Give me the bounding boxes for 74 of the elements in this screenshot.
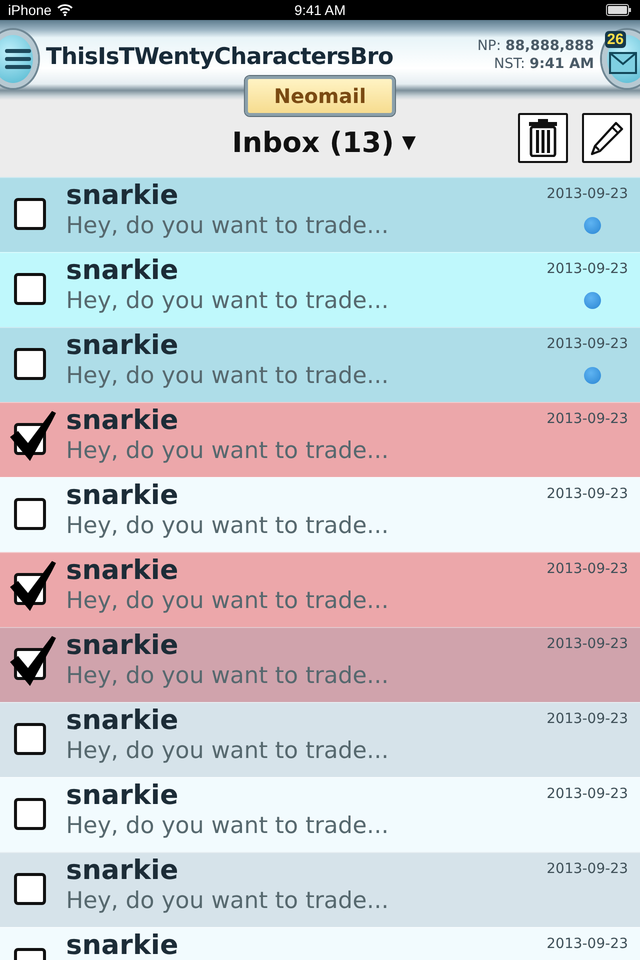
message-date: 2013-09-23 bbox=[546, 411, 628, 427]
battery-icon bbox=[606, 4, 632, 16]
message-row[interactable]: snarkie Hey, do you want to trade... 2013-09-23 bbox=[0, 252, 640, 327]
message-date: 2013-09-23 bbox=[546, 786, 628, 802]
message-row[interactable]: snarkie Hey, do you want to trade... 2013-09-23 bbox=[0, 777, 640, 852]
message-row[interactable]: snarkie Hey, do you want to trade... 2013-09-23 bbox=[0, 702, 640, 777]
sender-name: snarkie bbox=[66, 706, 180, 736]
message-row[interactable]: snarkie Hey, do you want to trade... 2013-09-23 bbox=[0, 477, 640, 552]
section-title: Neomail bbox=[244, 76, 396, 116]
message-row[interactable]: snarkie Hey, do you want to trade... 2013-09-23 bbox=[0, 852, 640, 927]
unread-dot bbox=[584, 367, 601, 384]
message-row[interactable]: snarkie Hey, do you want to trade... 2013-09-23 bbox=[0, 552, 640, 627]
message-preview: Hey, do you want to trade... bbox=[66, 887, 389, 916]
checkbox[interactable] bbox=[14, 198, 46, 230]
checkbox[interactable] bbox=[14, 873, 46, 905]
checkbox[interactable] bbox=[14, 798, 46, 830]
status-time: 9:41 AM bbox=[294, 2, 346, 18]
mail-count: 26 bbox=[605, 31, 626, 48]
message-date: 2013-09-23 bbox=[546, 261, 628, 277]
pencil-icon bbox=[589, 120, 625, 156]
message-date: 2013-09-23 bbox=[546, 636, 628, 652]
checkbox[interactable] bbox=[14, 273, 46, 305]
message-date: 2013-09-23 bbox=[546, 336, 628, 352]
checkmark-icon bbox=[8, 409, 58, 463]
sender-name: snarkie bbox=[66, 631, 180, 661]
message-date: 2013-09-23 bbox=[546, 561, 628, 577]
compose-button[interactable] bbox=[582, 113, 632, 163]
message-row[interactable]: snarkie Hey, do you want to trade... 2013-09-23 bbox=[0, 627, 640, 702]
checkmark-icon bbox=[8, 634, 58, 688]
unread-dot bbox=[584, 292, 601, 309]
message-preview: Hey, do you want to trade... bbox=[66, 287, 389, 316]
sender-name: snarkie bbox=[66, 406, 180, 436]
message-preview: Hey, do you want to trade... bbox=[66, 437, 389, 466]
menu-button[interactable] bbox=[0, 30, 38, 88]
menu-icon bbox=[5, 48, 31, 70]
message-preview: Hey, do you want to trade... bbox=[66, 362, 389, 391]
message-preview: Hey, do you want to trade... bbox=[66, 212, 389, 241]
message-date: 2013-09-23 bbox=[546, 186, 628, 202]
sender-name: snarkie bbox=[66, 181, 180, 211]
message-row[interactable]: snarkie Hey, do you want to trade... 2013-09-23 bbox=[0, 402, 640, 477]
username: ThisIsTWentyCharactersBro bbox=[46, 44, 394, 70]
message-row[interactable]: snarkie Hey, do you want to trade... 2013-09-23 bbox=[0, 327, 640, 402]
message-preview: Hey, do you want to trade... bbox=[66, 662, 389, 691]
wifi-icon bbox=[56, 4, 73, 16]
sender-name: snarkie bbox=[66, 856, 180, 886]
folder-dropdown[interactable]: Inbox (13) ▼ bbox=[232, 126, 416, 159]
message-row[interactable]: snarkie Hey, do you want to trade... 2013-09-23 bbox=[0, 177, 640, 252]
sender-name: snarkie bbox=[66, 481, 180, 511]
mail-button[interactable]: 26 bbox=[602, 30, 640, 88]
nst-time: NST: 9:41 AM bbox=[494, 56, 594, 72]
sender-name: snarkie bbox=[66, 331, 180, 361]
delete-button[interactable] bbox=[518, 113, 568, 163]
message-row[interactable]: snarkie 2013-09-23 bbox=[0, 927, 640, 960]
message-preview: Hey, do you want to trade... bbox=[66, 737, 389, 766]
message-date: 2013-09-23 bbox=[546, 936, 628, 952]
trash-icon bbox=[528, 119, 558, 157]
message-date: 2013-09-23 bbox=[546, 861, 628, 877]
sender-name: snarkie bbox=[66, 556, 180, 586]
sender-name: snarkie bbox=[66, 256, 180, 286]
sender-name: snarkie bbox=[66, 781, 180, 811]
message-preview: Hey, do you want to trade... bbox=[66, 587, 389, 616]
message-preview: Hey, do you want to trade... bbox=[66, 512, 389, 541]
checkbox[interactable] bbox=[14, 498, 46, 530]
checkmark-icon bbox=[8, 559, 58, 613]
message-preview: Hey, do you want to trade... bbox=[66, 812, 389, 841]
unread-dot bbox=[584, 217, 601, 234]
checkbox[interactable] bbox=[14, 348, 46, 380]
np-balance: NP: 88,888,888 bbox=[477, 38, 594, 54]
sender-name: snarkie bbox=[66, 931, 178, 960]
carrier-name: iPhone bbox=[8, 2, 52, 18]
checkbox[interactable] bbox=[14, 723, 46, 755]
message-date: 2013-09-23 bbox=[546, 486, 628, 502]
message-date: 2013-09-23 bbox=[546, 711, 628, 727]
envelope-icon bbox=[609, 52, 637, 74]
